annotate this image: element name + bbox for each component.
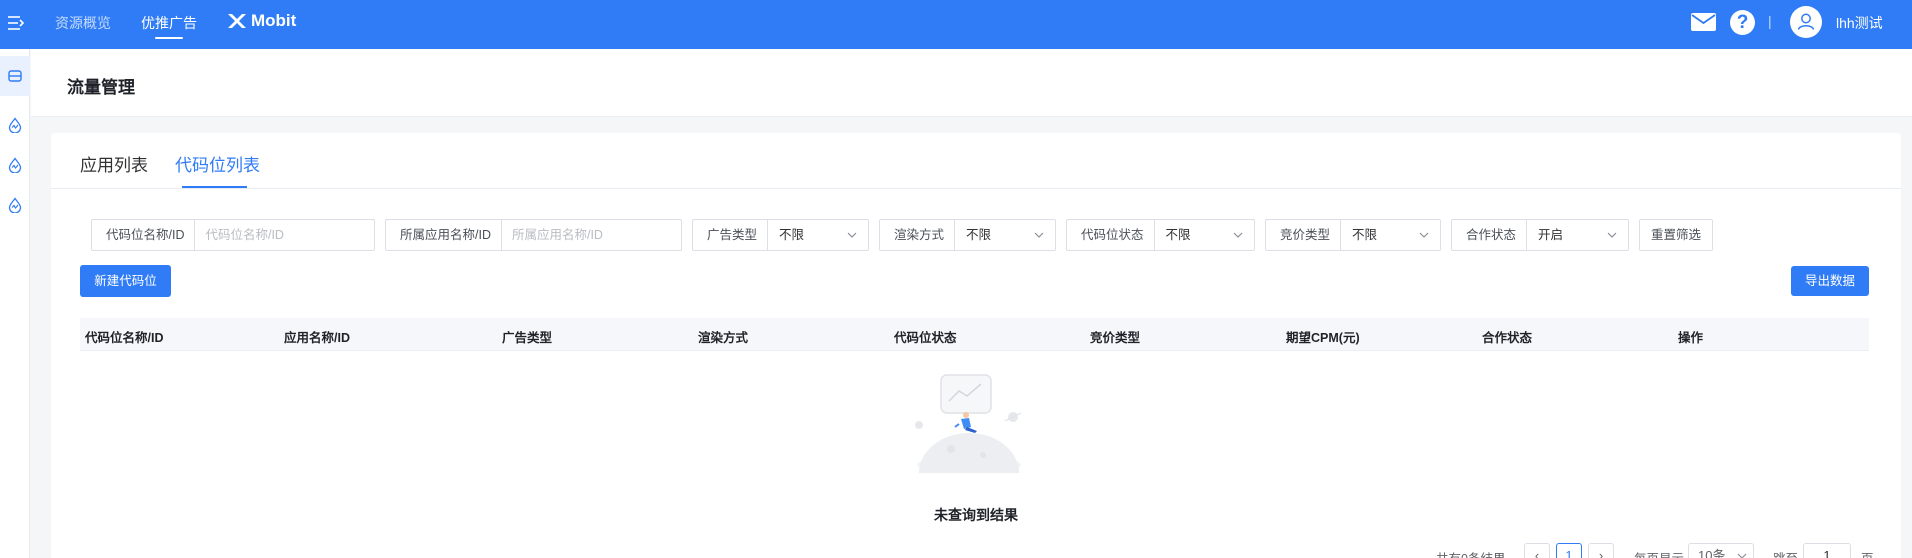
sidebar-item-traffic-3[interactable] [0,185,30,225]
ad-type-value: 不限 [779,228,805,242]
chevron-down-icon [1607,232,1617,238]
per-page-value: 10条 [1698,548,1726,558]
mobit-logo-icon [228,14,246,28]
filter-code-name: 代码位名称/ID [91,219,377,251]
sidebar-item-layers[interactable] [0,56,30,96]
help-icon[interactable]: ? [1730,10,1755,35]
filter-render-label: 渲染方式 [880,220,956,250]
filter-app-name: 所属应用名称/ID [385,219,683,251]
filter-app-name-label: 所属应用名称/ID [386,220,502,250]
username[interactable]: lhh测试 [1836,13,1883,33]
filter-coop-status-label: 合作状态 [1452,220,1528,250]
prev-page-button[interactable]: ‹ [1524,543,1550,558]
code-status-select[interactable]: 不限 [1155,220,1254,250]
bid-type-value: 不限 [1352,228,1378,242]
column-header: 代码位状态 [894,331,957,345]
ad-type-select[interactable]: 不限 [768,220,868,250]
nav-resource-overview[interactable]: 资源概览 [55,13,111,33]
column-header: 代码位名称/ID [85,331,164,345]
total-count: 共有0条结果 [1436,548,1505,558]
page-number-current[interactable]: 1 [1556,543,1582,558]
column-header: 合作状态 [1482,331,1533,345]
chevron-down-icon [1737,553,1747,558]
user-icon [1797,13,1815,30]
filter-ad-type: 广告类型 不限 [692,219,869,251]
sidebar [0,49,30,558]
bid-type-select[interactable]: 不限 [1341,220,1440,250]
table-header: 代码位名称/ID 应用名称/ID 广告类型 渲染方式 代码位状态 竞价类型 期望… [80,318,1869,351]
page-title: 流量管理 [67,78,135,97]
droplet-chart-icon [8,117,22,133]
column-header: 应用名称/ID [284,331,350,345]
per-page-select[interactable]: 10条 [1688,543,1754,558]
droplet-chart-icon [8,197,22,213]
top-bar: 资源概览 优推广告 Mobit ? | lhh测试 [0,0,1912,49]
goto-label: 跳至 [1773,548,1798,558]
menu-icon[interactable] [6,13,26,33]
mail-icon[interactable] [1690,12,1717,32]
chevron-down-icon [1233,232,1243,238]
nav-promoted-ads[interactable]: 优推广告 [141,13,197,39]
empty-state-text: 未查询到结果 [934,507,1018,523]
filter-coop-status: 合作状态 开启 [1451,219,1629,251]
reset-filter-button[interactable]: 重置筛选 [1639,219,1714,251]
topbar-divider: | [1768,13,1772,29]
coop-status-select[interactable]: 开启 [1527,220,1628,250]
tab-code-list[interactable]: 代码位列表 [175,151,260,176]
main-card: 应用列表 代码位列表 代码位名称/ID 所属应用名称/ID 广告类型 不限 渲染… [51,133,1901,558]
chevron-down-icon [1419,232,1429,238]
export-data-button[interactable]: 导出数据 [1791,266,1869,296]
page-header: 流量管理 [31,49,1912,117]
chevron-down-icon [1034,232,1044,238]
next-page-button[interactable]: › [1588,543,1614,558]
render-select[interactable]: 不限 [955,220,1055,250]
column-header: 操作 [1678,331,1704,345]
page-unit-label: 页 [1861,548,1874,558]
filter-render: 渲染方式 不限 [879,219,1056,251]
per-page-label: 每页显示 [1634,548,1684,558]
code-status-value: 不限 [1165,228,1191,242]
chevron-down-icon [847,232,857,238]
filter-ad-type-label: 广告类型 [693,220,769,250]
column-header: 渲染方式 [698,331,749,345]
goto-page-input[interactable]: 1 [1803,543,1851,558]
column-header: 期望CPM(元) [1286,331,1360,345]
app-name-input[interactable] [501,220,683,250]
avatar[interactable] [1790,6,1822,38]
coop-status-value: 开启 [1538,228,1564,242]
code-name-input[interactable] [195,220,377,250]
empty-state-illustration [915,374,1022,473]
sidebar-item-traffic-1[interactable] [0,105,30,145]
mobit-logo: Mobit [226,9,296,33]
filter-code-name-label: 代码位名称/ID [92,220,196,250]
tab-active-indicator [182,186,247,188]
render-value: 不限 [966,228,992,242]
column-header: 广告类型 [502,331,553,345]
tab-bar: 应用列表 代码位列表 [51,133,1901,189]
droplet-chart-icon [8,157,22,173]
filter-bid-type: 竞价类型 不限 [1265,219,1441,251]
sidebar-item-traffic-2[interactable] [0,145,30,185]
filter-code-status: 代码位状态 不限 [1066,219,1255,251]
new-code-button[interactable]: 新建代码位 [80,265,171,297]
column-header: 竞价类型 [1090,331,1141,345]
filter-bid-type-label: 竞价类型 [1266,220,1342,250]
layers-icon [8,70,22,82]
filter-code-status-label: 代码位状态 [1067,220,1155,250]
logo-text: Mobit [251,11,297,30]
tab-app-list[interactable]: 应用列表 [80,151,148,176]
